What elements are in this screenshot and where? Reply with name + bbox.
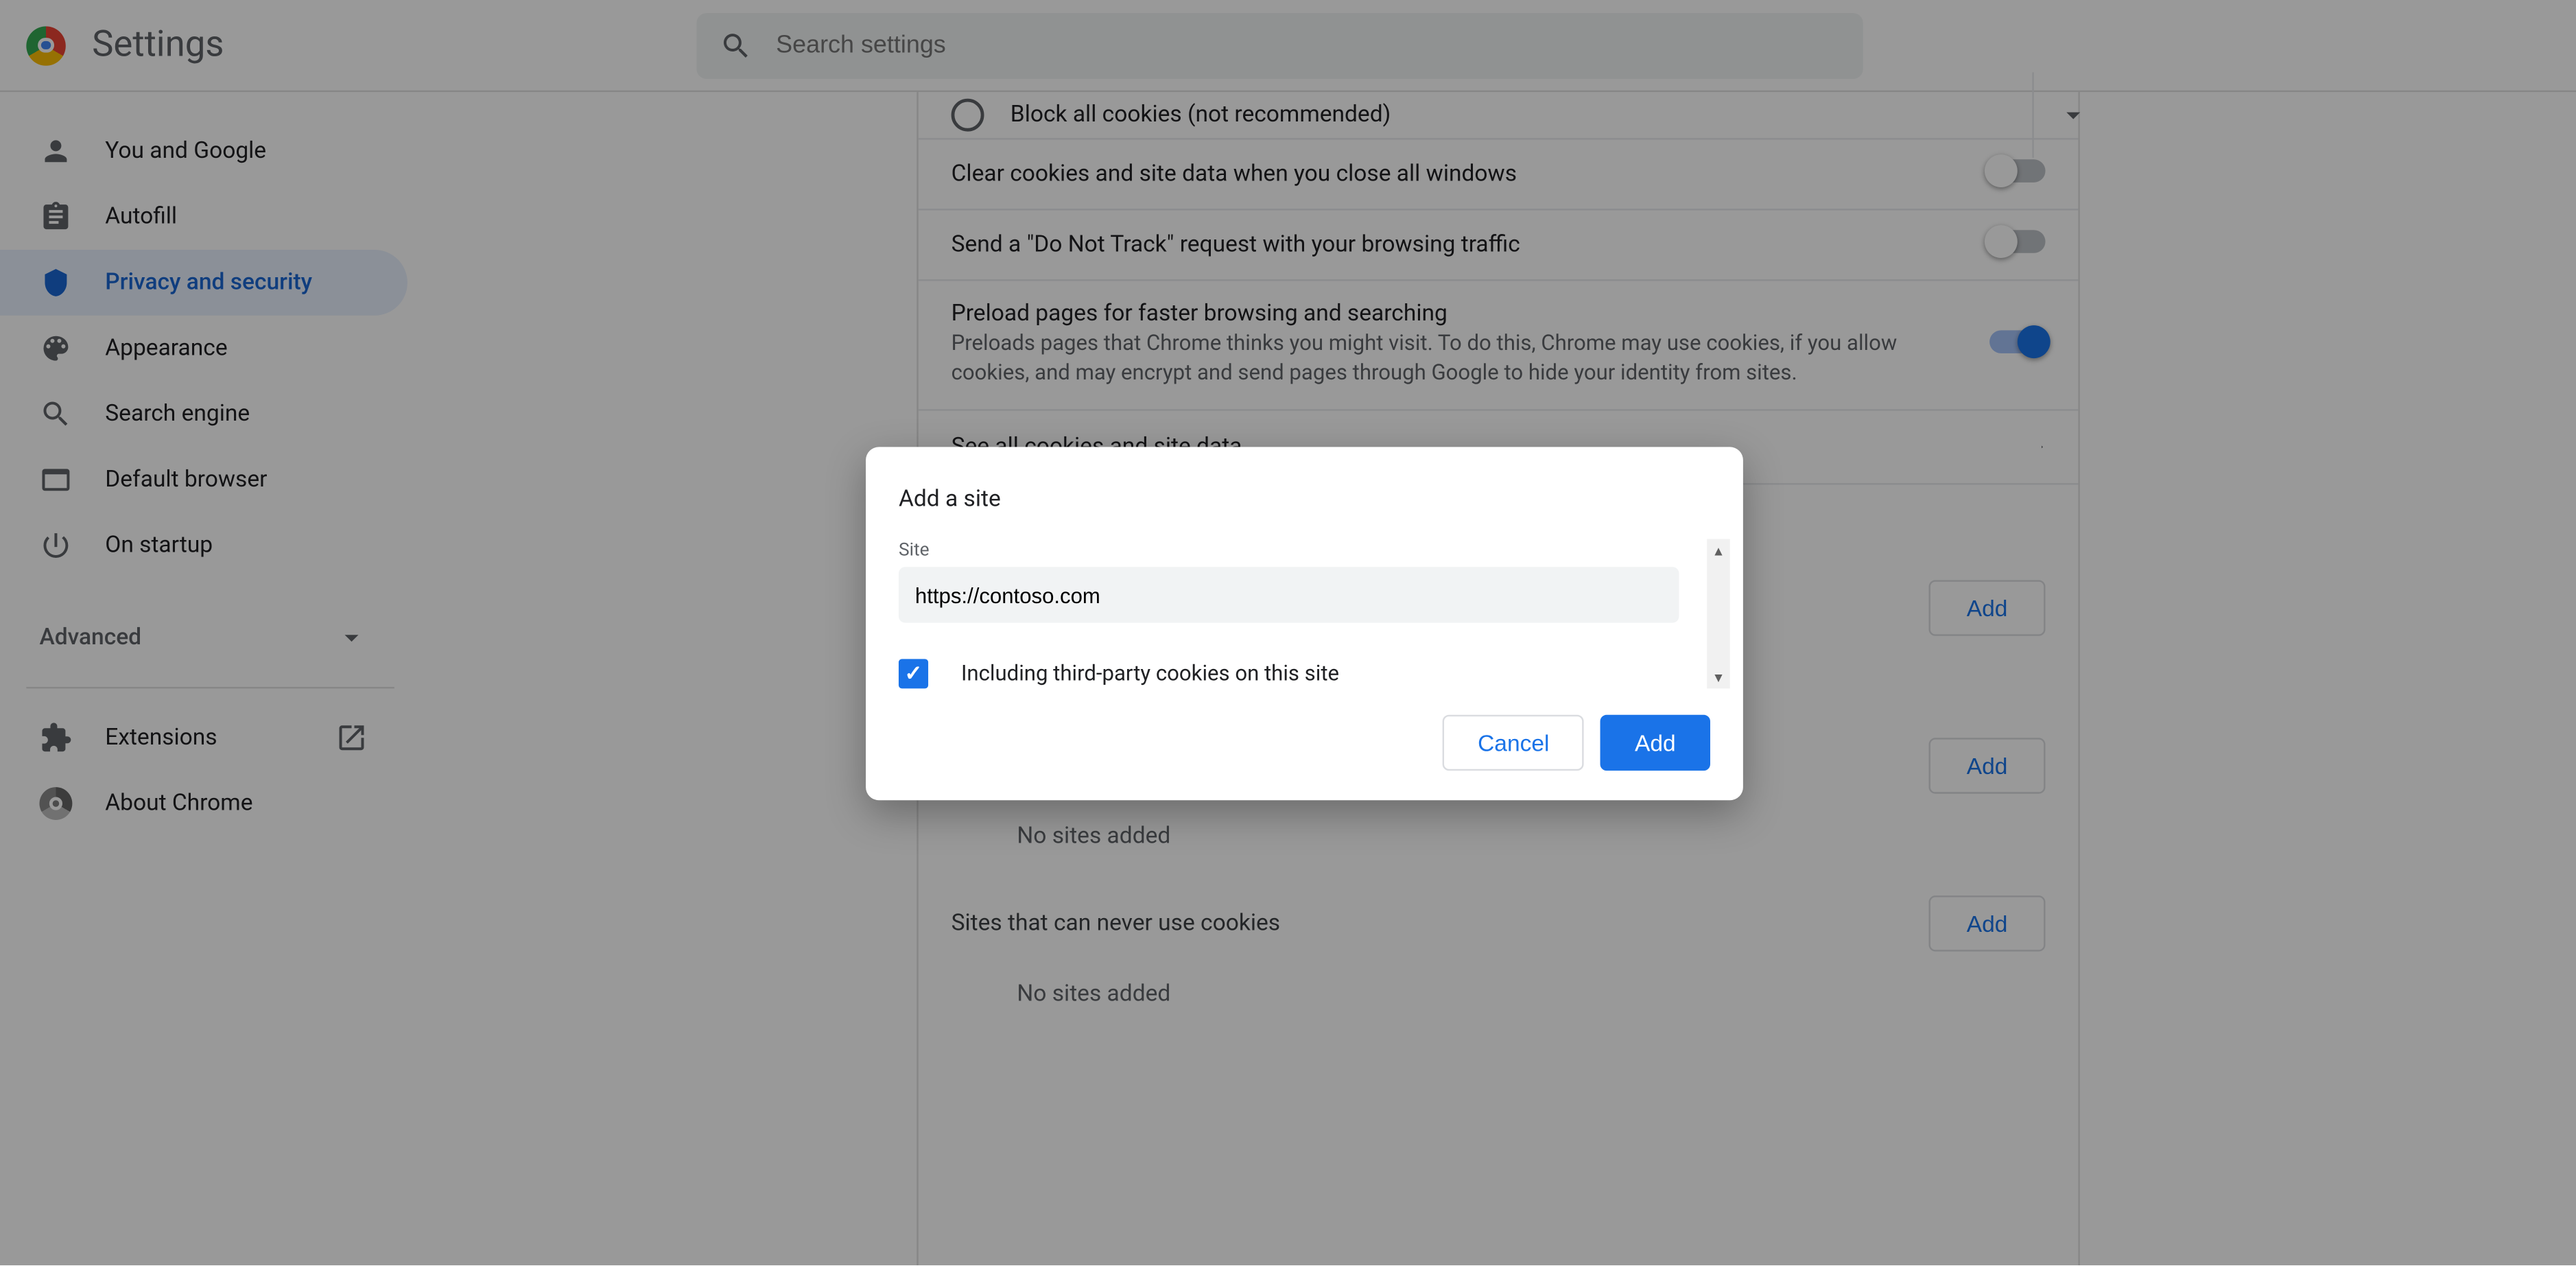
settings-window: Settings You and Google Autofill Privacy… (0, 0, 2576, 1265)
dialog-title: Add a site (899, 487, 1710, 513)
site-input[interactable] (899, 567, 1679, 622)
site-field-label: Site (899, 539, 1710, 560)
checkbox-checked-icon[interactable]: ✓ (899, 659, 928, 688)
scroll-up-icon[interactable]: ▲ (1707, 539, 1730, 562)
add-button[interactable]: Add (1600, 715, 1710, 771)
scroll-down-icon[interactable]: ▼ (1707, 666, 1730, 689)
third-party-checkbox-row[interactable]: ✓ Including third-party cookies on this … (899, 659, 1710, 688)
cancel-button[interactable]: Cancel (1443, 715, 1584, 771)
checkbox-label: Including third-party cookies on this si… (961, 661, 1339, 686)
add-site-dialog: Add a site ▲ ▼ Site ✓ Including third-pa… (866, 447, 1743, 800)
